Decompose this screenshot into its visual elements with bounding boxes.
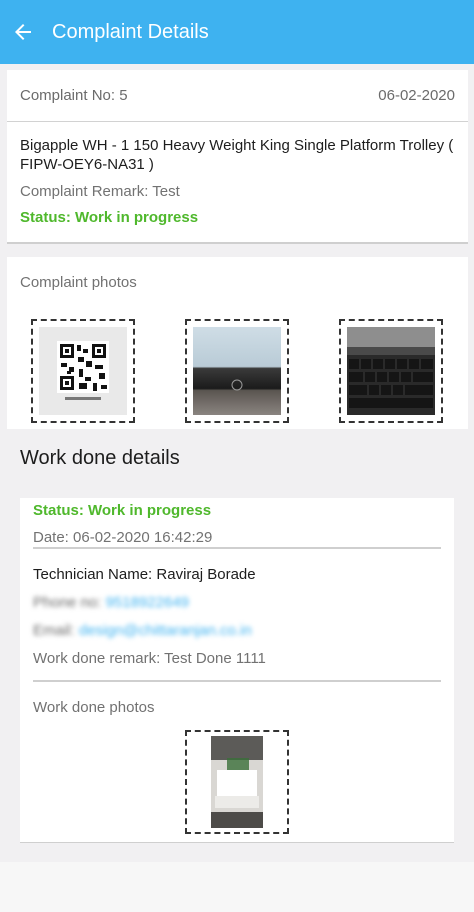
phone-row: Phone no: 9518922649: [33, 594, 189, 611]
page-title: Complaint Details: [52, 20, 209, 43]
work-done-photos-label: Work done photos: [33, 699, 155, 716]
complaint-date: 06-02-2020: [378, 87, 455, 104]
complaint-photo-2[interactable]: [185, 319, 289, 423]
email-label: Email:: [33, 622, 75, 639]
technician-name: Technician Name: Raviraj Borade: [33, 566, 256, 583]
laptop-hp-logo-photo: [193, 327, 281, 415]
divider: [33, 680, 441, 682]
qr-code-photo: [39, 327, 127, 415]
footer-area: [0, 862, 474, 912]
email-link[interactable]: design@chittaranjan.co.in: [79, 622, 252, 639]
complaint-card: Complaint No: 5 06-02-2020 Bigapple WH -…: [7, 70, 468, 242]
complaint-photos-card: Complaint photos: [7, 257, 468, 429]
complaint-status: Status: Work in progress: [20, 209, 199, 226]
phone-label: Phone no:: [33, 594, 102, 611]
work-done-photo-1[interactable]: [185, 730, 289, 834]
keyboard-photo: [347, 327, 435, 415]
complaint-photos-label: Complaint photos: [20, 274, 137, 291]
phone-link[interactable]: 9518922649: [106, 594, 189, 611]
work-done-date: Date: 06-02-2020 16:42:29: [33, 529, 213, 546]
work-done-remark: Work done remark: Test Done 1111: [33, 650, 266, 667]
work-done-title: Work done details: [20, 447, 180, 469]
divider: [33, 547, 441, 549]
complaint-remark: Complaint Remark: Test: [20, 183, 180, 200]
complaint-number: Complaint No: 5: [20, 87, 128, 104]
trolley-box-photo: [211, 736, 263, 828]
arrow-left-icon: [15, 24, 31, 40]
divider: [7, 242, 468, 244]
work-done-status: Status: Work in progress: [33, 502, 212, 519]
app-bar: Complaint Details: [0, 0, 474, 64]
complaint-header: Complaint No: 5 06-02-2020: [7, 70, 468, 122]
complaint-photo-3[interactable]: [339, 319, 443, 423]
product-name: Bigapple WH - 1 150 Heavy Weight King Si…: [20, 137, 454, 173]
divider: [20, 842, 454, 843]
work-done-card: Status: Work in progress Date: 06-02-202…: [20, 498, 454, 842]
email-row: Email: design@chittaranjan.co.in: [33, 622, 252, 639]
complaint-photo-1[interactable]: [31, 319, 135, 423]
back-button[interactable]: [0, 0, 46, 64]
